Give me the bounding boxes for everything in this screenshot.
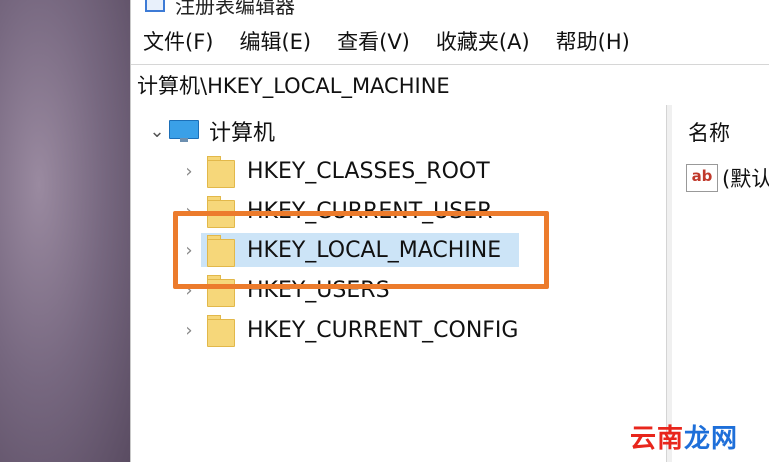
chevron-right-icon[interactable]: › bbox=[177, 240, 201, 261]
title-bar: 注册表编辑器 bbox=[131, 0, 769, 18]
menu-file[interactable]: 文件(F) bbox=[143, 26, 213, 56]
tree-node-computer[interactable]: ⌄ 计算机 bbox=[145, 115, 275, 147]
folder-icon bbox=[207, 156, 235, 188]
tree-node-hkey-current-user[interactable]: › HKEY_CURRENT_USER bbox=[177, 194, 492, 228]
registry-editor-window: 注册表编辑器 文件(F) 编辑(E) 查看(V) 收藏夹(A) 帮助(H) 计算… bbox=[130, 0, 769, 462]
chevron-right-icon[interactable]: › bbox=[177, 320, 201, 341]
menu-view[interactable]: 查看(V) bbox=[337, 26, 410, 56]
window-title: 注册表编辑器 bbox=[175, 0, 295, 18]
tree-node-label: HKEY_LOCAL_MACHINE bbox=[247, 237, 502, 263]
column-header-name[interactable]: 名称 bbox=[688, 117, 730, 147]
key-tree: ⌄ 计算机 › HKEY_CLASSES_ROOT › HKEY_CURRENT… bbox=[131, 105, 666, 462]
chevron-right-icon[interactable]: › bbox=[177, 201, 201, 222]
panes: ⌄ 计算机 › HKEY_CLASSES_ROOT › HKEY_CURRENT… bbox=[131, 105, 769, 462]
folder-icon bbox=[207, 275, 235, 307]
tree-node-label: HKEY_CLASSES_ROOT bbox=[247, 158, 490, 184]
tree-node-hkey-users[interactable]: › HKEY_USERS bbox=[177, 273, 390, 307]
chevron-right-icon[interactable]: › bbox=[177, 161, 201, 182]
folder-icon bbox=[207, 196, 235, 228]
tree-node-label: 计算机 bbox=[209, 121, 276, 146]
value-row[interactable]: ab (默认 bbox=[686, 163, 769, 193]
desktop-background bbox=[0, 0, 130, 462]
tree-node-hkey-local-machine[interactable]: › HKEY_LOCAL_MACHINE bbox=[177, 233, 519, 267]
computer-icon bbox=[169, 120, 199, 142]
tree-node-hkey-classes-root[interactable]: › HKEY_CLASSES_ROOT bbox=[177, 154, 490, 188]
folder-icon bbox=[207, 315, 235, 347]
menu-bar: 文件(F) 编辑(E) 查看(V) 收藏夹(A) 帮助(H) bbox=[131, 18, 769, 64]
regedit-app-icon bbox=[145, 0, 165, 12]
folder-icon bbox=[207, 235, 235, 267]
tree-node-label: HKEY_CURRENT_USER bbox=[247, 198, 493, 224]
menu-help[interactable]: 帮助(H) bbox=[556, 26, 630, 56]
value-name: (默认 bbox=[722, 167, 769, 191]
menu-edit[interactable]: 编辑(E) bbox=[239, 26, 311, 56]
tree-node-hkey-current-config[interactable]: › HKEY_CURRENT_CONFIG bbox=[177, 313, 518, 347]
address-bar[interactable]: 计算机\HKEY_LOCAL_MACHINE bbox=[131, 64, 769, 106]
chevron-down-icon[interactable]: ⌄ bbox=[145, 121, 169, 142]
chevron-right-icon[interactable]: › bbox=[177, 280, 201, 301]
tree-node-label: HKEY_CURRENT_CONFIG bbox=[247, 317, 519, 343]
menu-favorites[interactable]: 收藏夹(A) bbox=[436, 26, 530, 56]
site-watermark: 云南龙网 bbox=[630, 424, 739, 454]
tree-node-label: HKEY_USERS bbox=[247, 277, 390, 303]
string-value-icon: ab bbox=[686, 164, 718, 192]
values-pane: 名称 ab (默认 bbox=[672, 105, 769, 462]
